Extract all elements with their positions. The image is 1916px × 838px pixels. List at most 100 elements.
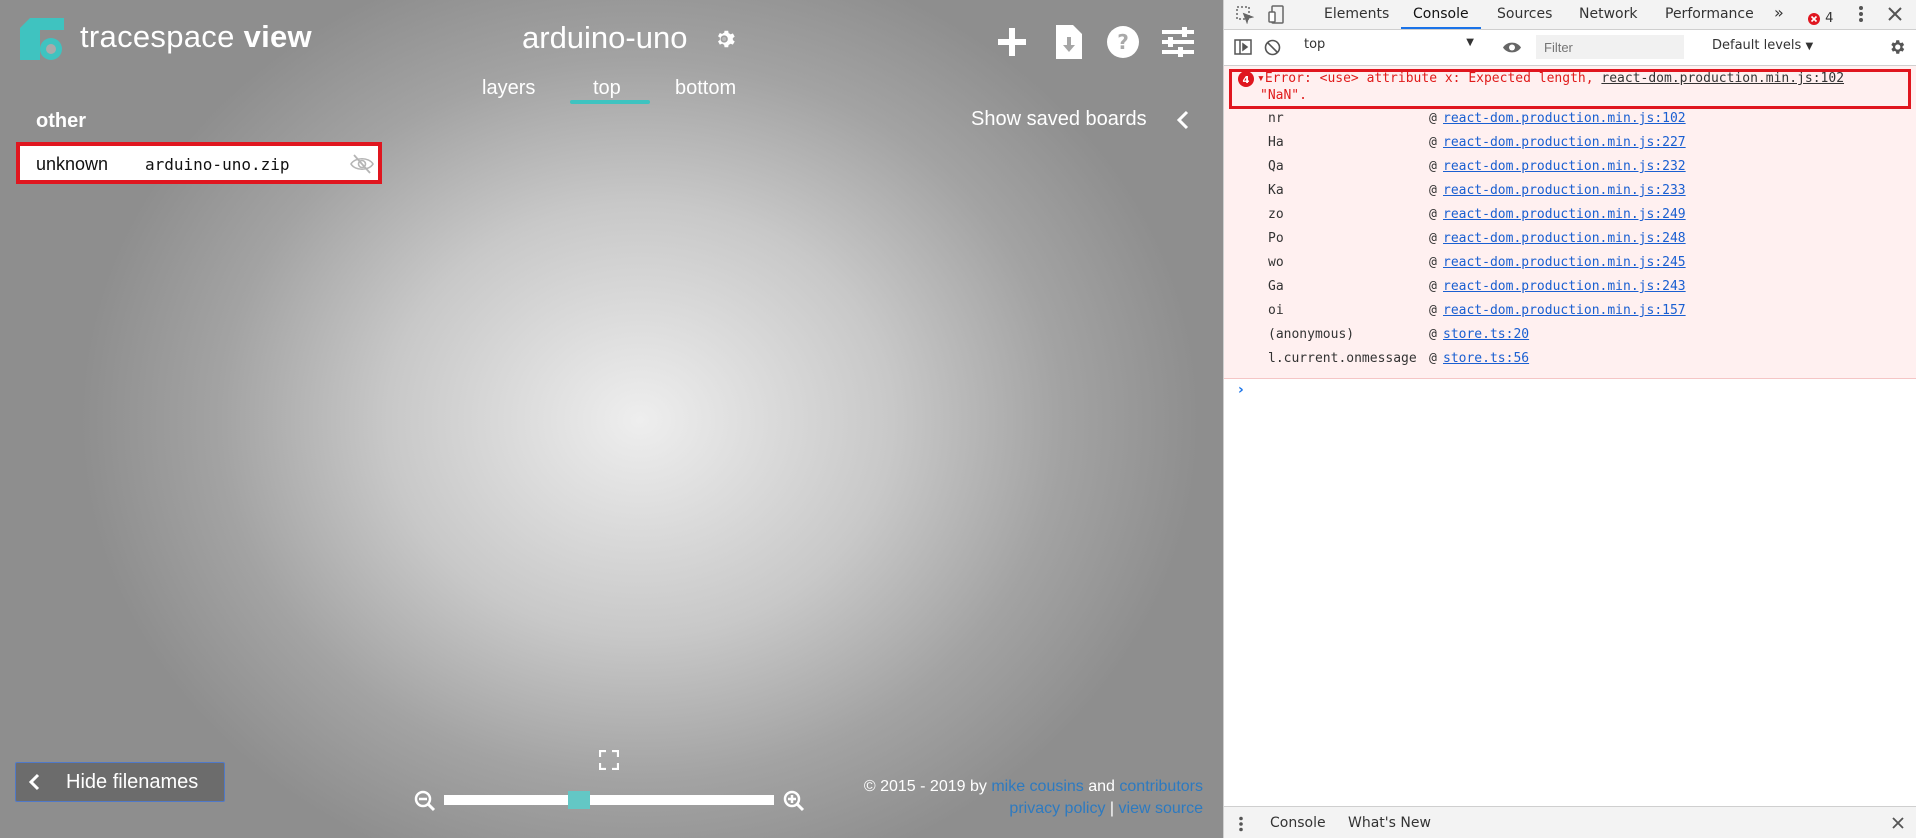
context-value: top <box>1304 37 1326 52</box>
stack-frame-source-link[interactable]: react-dom.production.min.js:243 <box>1443 279 1686 294</box>
log-levels-select[interactable]: Default levels ▼ <box>1712 38 1813 53</box>
brand-name-light: tracespace <box>80 19 235 54</box>
kebab-menu-icon[interactable] <box>1238 816 1244 832</box>
view-source-link[interactable]: view source <box>1119 800 1203 817</box>
close-icon[interactable] <box>1888 7 1902 21</box>
devtools-drawer: Console What's New <box>1224 806 1916 838</box>
stack-frame-function: nr <box>1268 111 1284 126</box>
log-levels-label: Default levels <box>1712 38 1802 53</box>
stack-frame-source-link[interactable]: store.ts:20 <box>1443 327 1529 342</box>
active-tab-indicator <box>570 100 650 104</box>
stack-frame-at: @ <box>1429 111 1437 126</box>
eye-icon[interactable] <box>1502 41 1522 54</box>
tab-console[interactable]: Console <box>1413 6 1469 22</box>
stack-frame-source-link[interactable]: react-dom.production.min.js:157 <box>1443 303 1686 318</box>
stack-frame-function: wo <box>1268 255 1284 270</box>
hide-filenames-button[interactable]: Hide filenames <box>15 762 225 802</box>
zoom-in-icon[interactable] <box>783 790 805 812</box>
tab-bottom[interactable]: bottom <box>675 77 736 100</box>
footer-copyright: © 2015 - 2019 by <box>863 778 987 795</box>
tab-elements[interactable]: Elements <box>1324 6 1389 22</box>
hide-filenames-label: Hide filenames <box>66 771 199 793</box>
stack-frame-function: Ha <box>1268 135 1284 150</box>
help-circle-icon[interactable]: ? <box>1107 26 1139 58</box>
stack-frame: zo @ react-dom.production.min.js:249 <box>1224 204 1916 228</box>
gear-icon[interactable] <box>1888 38 1906 56</box>
fit-to-screen-icon[interactable] <box>599 750 619 770</box>
stack-frame-function: oi <box>1268 303 1284 318</box>
footer-separator: | <box>1109 800 1115 817</box>
zoom-out-icon[interactable] <box>414 790 436 812</box>
contributors-link[interactable]: contributors <box>1119 778 1203 795</box>
plus-icon[interactable] <box>997 27 1027 57</box>
stack-frame: wo @ react-dom.production.min.js:245 <box>1224 252 1916 276</box>
error-source-link[interactable]: react-dom.production.min.js:102 <box>1601 71 1844 86</box>
console-prompt[interactable]: › <box>1238 382 1244 398</box>
drawer-tab-console[interactable]: Console <box>1270 815 1326 831</box>
devtools-tabbar: Elements Console Sources Network Perform… <box>1224 0 1916 30</box>
filter-input[interactable] <box>1536 35 1684 59</box>
clear-console-icon[interactable] <box>1264 39 1281 56</box>
gear-icon[interactable] <box>715 28 737 50</box>
zoom-slider-thumb[interactable] <box>568 791 590 809</box>
stack-frame-at: @ <box>1429 159 1437 174</box>
dropdown-arrow-icon: ▼ <box>1805 41 1814 52</box>
tab-performance[interactable]: Performance <box>1665 6 1754 22</box>
stack-frame: Ha @ react-dom.production.min.js:227 <box>1224 132 1916 156</box>
stack-frame-function: (anonymous) <box>1268 327 1355 342</box>
error-message-cont: "NaN". <box>1260 88 1307 103</box>
show-saved-boards-label: Show saved boards <box>971 108 1147 130</box>
stack-frame: nr @ react-dom.production.min.js:102 <box>1224 108 1916 132</box>
download-file-icon[interactable] <box>1056 25 1082 59</box>
stack-frame-source-link[interactable]: react-dom.production.min.js:102 <box>1443 111 1686 126</box>
tracespace-app: tracespace view arduino-uno ? layers top… <box>0 0 1223 838</box>
stack-frame-source-link[interactable]: react-dom.production.min.js:248 <box>1443 231 1686 246</box>
board-title[interactable]: arduino-uno <box>522 20 687 56</box>
dropdown-arrow-icon: ▼ <box>1466 37 1474 48</box>
stack-frame-at: @ <box>1429 255 1437 270</box>
stack-frame-function: Qa <box>1268 159 1284 174</box>
tab-sources[interactable]: Sources <box>1497 6 1552 22</box>
show-saved-boards-button[interactable]: Show saved boards <box>971 108 1147 131</box>
eye-slash-icon[interactable] <box>350 153 374 175</box>
more-tabs-button[interactable]: » <box>1774 3 1784 22</box>
stack-frame-source-link[interactable]: react-dom.production.min.js:227 <box>1443 135 1686 150</box>
chevron-left-icon[interactable] <box>1176 110 1190 130</box>
stack-frame-at: @ <box>1429 327 1437 342</box>
error-message-line[interactable]: ▾Error: <use> attribute x: Expected leng… <box>1257 71 1844 86</box>
stack-frame-source-link[interactable]: react-dom.production.min.js:245 <box>1443 255 1686 270</box>
tab-network[interactable]: Network <box>1579 6 1637 22</box>
tab-layers[interactable]: layers <box>482 77 535 100</box>
stack-frame-source-link[interactable]: react-dom.production.min.js:233 <box>1443 183 1686 198</box>
zoom-slider[interactable] <box>444 795 774 805</box>
author-link[interactable]: mike cousins <box>991 778 1083 795</box>
layer-row[interactable]: unknown arduino-uno.zip <box>16 142 382 184</box>
stack-frame-at: @ <box>1429 351 1437 366</box>
drawer-tab-whats-new[interactable]: What's New <box>1348 815 1431 831</box>
svg-text:?: ? <box>1117 30 1129 54</box>
stack-frame-at: @ <box>1429 231 1437 246</box>
stack-frame-function: Po <box>1268 231 1284 246</box>
brand-name-bold: view <box>243 19 312 54</box>
stack-frame-source-link[interactable]: react-dom.production.min.js:232 <box>1443 159 1686 174</box>
error-count-icon: 4 <box>1238 71 1254 87</box>
stack-frame-at: @ <box>1429 303 1437 318</box>
stack-frame-source-link[interactable]: store.ts:56 <box>1443 351 1529 366</box>
brand-name[interactable]: tracespace view <box>80 19 312 55</box>
context-select[interactable]: top ▼ <box>1304 37 1484 57</box>
error-count-badge[interactable]: 4 <box>1808 8 1833 27</box>
device-toolbar-icon[interactable] <box>1268 5 1286 25</box>
stack-frame: oi @ react-dom.production.min.js:157 <box>1224 300 1916 324</box>
error-message: Error: <use> attribute x: Expected lengt… <box>1264 71 1594 86</box>
tab-top[interactable]: top <box>593 77 621 100</box>
stack-frame-source-link[interactable]: react-dom.production.min.js:249 <box>1443 207 1686 222</box>
stack-frame: Ka @ react-dom.production.min.js:233 <box>1224 180 1916 204</box>
sliders-icon[interactable] <box>1162 27 1194 57</box>
sidebar-toggle-icon[interactable] <box>1234 39 1252 55</box>
tracespace-logo-icon[interactable] <box>20 18 64 60</box>
kebab-menu-icon[interactable] <box>1858 5 1864 23</box>
privacy-policy-link[interactable]: privacy policy <box>1009 800 1105 817</box>
inspect-element-icon[interactable] <box>1236 6 1254 24</box>
close-icon[interactable] <box>1892 817 1904 829</box>
chevron-left-icon <box>28 773 42 791</box>
